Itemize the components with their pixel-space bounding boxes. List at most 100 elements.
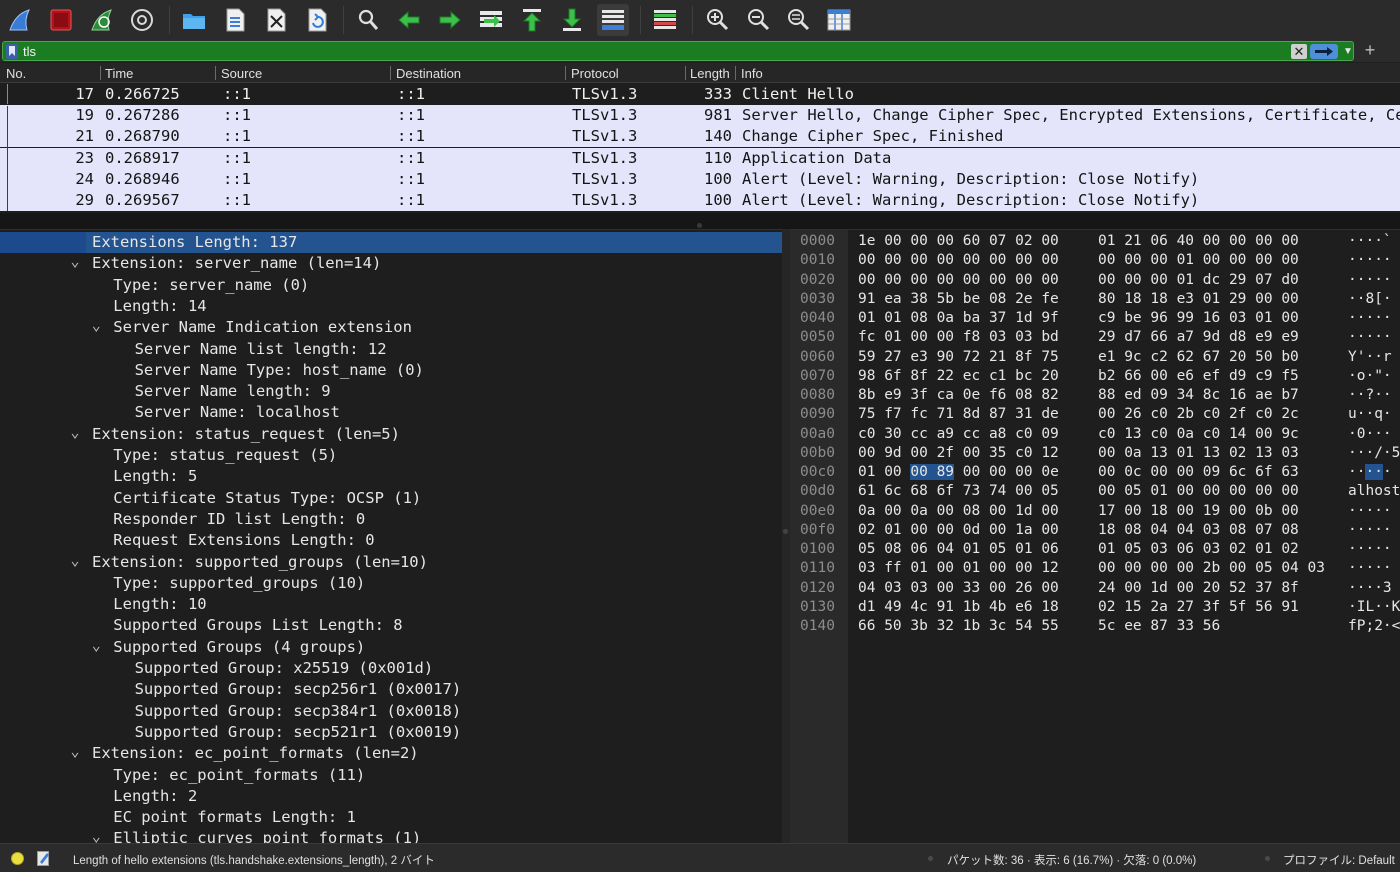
hex-ascii[interactable]: fP;2·< <box>1348 617 1400 636</box>
hex-bytes-second-half[interactable]: 00 0c 00 00 09 6c 6f 63 <box>1098 463 1299 482</box>
tree-item[interactable]: ⌄ Extension: ec_point_formats (len=2) <box>0 743 782 764</box>
hex-bytes-first-half[interactable]: 01 00 00 89 00 00 00 0e <box>858 463 1059 482</box>
hex-bytes-second-half[interactable]: 02 15 2a 27 3f 5f 56 91 <box>1098 598 1299 617</box>
hex-bytes-first-half[interactable]: d1 49 4c 91 1b 4b e6 18 <box>858 598 1059 617</box>
column-divider[interactable] <box>735 66 736 80</box>
add-filter-button[interactable]: + <box>1362 40 1378 60</box>
tree-item[interactable]: Supported Groups List Length: 8 <box>0 615 782 636</box>
hex-bytes-second-half[interactable]: 18 08 04 04 03 08 07 08 <box>1098 521 1299 540</box>
hex-row[interactable]: 0090 75 f7 fc 71 8d 87 31 de 00 26 c0 2b c… <box>790 405 1400 424</box>
hex-row[interactable]: 0010 00 00 00 00 00 00 00 00 00 00 00 01 0… <box>790 251 1400 270</box>
hex-bytes-first-half[interactable]: 61 6c 68 6f 73 74 00 05 <box>858 482 1059 501</box>
packet-row[interactable]: 17 0.266725::1::1 TLSv1.3 333 Client Hello <box>0 84 1400 105</box>
hex-row[interactable]: 0060 59 27 e3 90 72 21 8f 75 e1 9c c2 62 6… <box>790 348 1400 367</box>
start-capture-button[interactable] <box>4 4 36 36</box>
hex-bytes-first-half[interactable]: 01 01 08 0a ba 37 1d 9f <box>858 309 1059 328</box>
tree-item[interactable]: Supported Group: secp384r1 (0x0018) <box>0 701 782 722</box>
hex-bytes-first-half[interactable]: 59 27 e3 90 72 21 8f 75 <box>858 348 1059 367</box>
hex-row[interactable]: 00e0 0a 00 0a 00 08 00 1d 00 17 00 18 00 1… <box>790 502 1400 521</box>
hex-bytes-first-half[interactable]: 8b e9 3f ca 0e f6 08 82 <box>858 386 1059 405</box>
hex-bytes-second-half[interactable]: 17 00 18 00 19 00 0b 00 <box>1098 502 1299 521</box>
hex-bytes-first-half[interactable]: 02 01 00 00 0d 00 1a 00 <box>858 521 1059 540</box>
hex-bytes-first-half[interactable]: 03 ff 01 00 01 00 00 12 <box>858 559 1059 578</box>
column-divider[interactable] <box>565 66 566 80</box>
stop-capture-button[interactable] <box>45 4 77 36</box>
tree-item[interactable]: Responder ID list Length: 0 <box>0 509 782 530</box>
hex-ascii[interactable]: ····· <box>1348 328 1392 347</box>
chevron-down-icon[interactable]: ⌄ <box>91 317 101 338</box>
hex-ascii[interactable]: ··8[· <box>1348 290 1392 309</box>
auto-scroll-button[interactable] <box>597 4 630 36</box>
tree-item[interactable]: Server Name list length: 12 <box>0 339 782 360</box>
hex-ascii[interactable]: ····· <box>1348 463 1392 482</box>
go-back-button[interactable] <box>393 4 425 36</box>
last-packet-button[interactable] <box>556 4 588 36</box>
hex-ascii[interactable]: ·o·"· <box>1348 367 1392 386</box>
hex-bytes-first-half[interactable]: 75 f7 fc 71 8d 87 31 de <box>858 405 1059 424</box>
open-button[interactable] <box>178 4 210 36</box>
hex-bytes-second-half[interactable]: 00 00 00 00 2b 00 05 04 03 <box>1098 559 1325 578</box>
tree-item[interactable]: Server Name Type: host_name (0) <box>0 360 782 381</box>
capture-options-button[interactable] <box>126 4 158 36</box>
column-header-info[interactable]: Info <box>741 66 763 81</box>
hex-bytes-second-half[interactable]: e1 9c c2 62 67 20 50 b0 <box>1098 348 1299 367</box>
chevron-down-icon[interactable]: ⌄ <box>70 743 80 764</box>
pane-splitter[interactable] <box>0 213 1400 229</box>
tree-item[interactable]: ⌄ Extension: server_name (len=14) <box>0 253 782 274</box>
column-header-no[interactable]: No. <box>6 66 26 81</box>
colorize-button[interactable] <box>649 4 681 36</box>
column-divider[interactable] <box>390 66 391 80</box>
hex-bytes-first-half[interactable]: 05 08 06 04 01 05 01 06 <box>858 540 1059 559</box>
hex-row[interactable]: 0050 fc 01 00 00 f8 03 03 bd 29 d7 66 a7 9… <box>790 328 1400 347</box>
vertical-pane-splitter[interactable] <box>782 229 790 843</box>
hex-bytes-second-half[interactable]: 29 d7 66 a7 9d d8 e9 e9 <box>1098 328 1299 347</box>
chevron-down-icon[interactable]: ⌄ <box>70 253 80 274</box>
first-packet-button[interactable] <box>516 4 548 36</box>
resize-columns-button[interactable] <box>823 4 855 36</box>
hex-ascii[interactable]: ····` <box>1348 232 1392 251</box>
tree-item[interactable]: Supported Group: secp256r1 (0x0017) <box>0 679 782 700</box>
go-forward-button[interactable] <box>434 4 466 36</box>
hex-ascii[interactable]: ··?·· <box>1348 386 1392 405</box>
reload-button[interactable] <box>301 4 333 36</box>
column-divider[interactable] <box>100 66 101 80</box>
apply-filter-button[interactable] <box>1310 44 1338 59</box>
hex-row[interactable]: 0000 1e 00 00 00 60 07 02 00 01 21 06 40 0… <box>790 232 1400 251</box>
hex-ascii[interactable]: ····3 <box>1348 579 1392 598</box>
restart-capture-button[interactable] <box>86 4 118 36</box>
filter-history-dropdown[interactable]: ▼ <box>1342 43 1354 59</box>
tree-item[interactable]: Type: status_request (5) <box>0 445 782 466</box>
tree-item[interactable]: Supported Group: x25519 (0x001d) <box>0 658 782 679</box>
tree-item[interactable]: Length: 2 <box>0 786 782 807</box>
hex-bytes-second-half[interactable]: 80 18 18 e3 01 29 00 00 <box>1098 290 1299 309</box>
hex-row[interactable]: 0130 d1 49 4c 91 1b 4b e6 18 02 15 2a 27 3… <box>790 598 1400 617</box>
column-header-destination[interactable]: Destination <box>396 66 461 81</box>
chevron-down-icon[interactable]: ⌄ <box>91 637 101 658</box>
zoom-in-button[interactable] <box>701 4 733 36</box>
hex-row[interactable]: 00f0 02 01 00 00 0d 00 1a 00 18 08 04 04 0… <box>790 521 1400 540</box>
hex-row[interactable]: 0020 00 00 00 00 00 00 00 00 00 00 00 01 d… <box>790 271 1400 290</box>
hex-ascii[interactable]: ···/·5 <box>1348 444 1400 463</box>
chevron-down-icon[interactable]: ⌄ <box>91 828 101 843</box>
hex-bytes-first-half[interactable]: 0a 00 0a 00 08 00 1d 00 <box>858 502 1059 521</box>
hex-ascii[interactable]: ····· <box>1348 271 1392 290</box>
tree-item[interactable]: ⌄ Extension: status_request (len=5) <box>0 424 782 445</box>
hex-row[interactable]: 0080 8b e9 3f ca 0e f6 08 82 88 ed 09 34 8… <box>790 386 1400 405</box>
hex-bytes-second-half[interactable]: 00 00 00 01 00 00 00 00 <box>1098 251 1299 270</box>
hex-bytes-first-half[interactable]: c0 30 cc a9 cc a8 c0 09 <box>858 425 1059 444</box>
hex-bytes-first-half[interactable]: 00 9d 00 2f 00 35 c0 12 <box>858 444 1059 463</box>
hex-row[interactable]: 0070 98 6f 8f 22 ec c1 bc 20 b2 66 00 e6 e… <box>790 367 1400 386</box>
hex-bytes-first-half[interactable]: 00 00 00 00 00 00 00 00 <box>858 271 1059 290</box>
column-header-source[interactable]: Source <box>221 66 262 81</box>
hex-bytes-second-half[interactable]: 00 0a 13 01 13 02 13 03 <box>1098 444 1299 463</box>
column-divider[interactable] <box>685 66 686 80</box>
hex-bytes-second-half[interactable]: 01 05 03 06 03 02 01 02 <box>1098 540 1299 559</box>
column-divider[interactable] <box>215 66 216 80</box>
chevron-down-icon[interactable]: ⌄ <box>70 552 80 573</box>
packet-row[interactable]: 21 0.268790::1::1 TLSv1.3 140 Change Cipher … <box>0 126 1400 148</box>
hex-ascii[interactable]: u··q· <box>1348 405 1392 424</box>
hex-bytes-second-half[interactable]: 00 00 00 01 dc 29 07 d0 <box>1098 271 1299 290</box>
hex-bytes-first-half[interactable]: 04 03 03 00 33 00 26 00 <box>858 579 1059 598</box>
hex-bytes-second-half[interactable]: b2 66 00 e6 ef d9 c9 f5 <box>1098 367 1299 386</box>
hex-ascii[interactable]: ····· <box>1348 502 1392 521</box>
